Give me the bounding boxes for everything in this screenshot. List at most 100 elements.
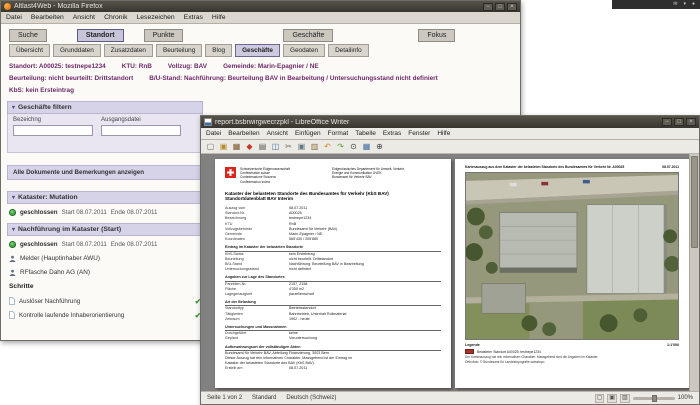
writer-titlebar[interactable]: report.bsbrwirgwecrzpkl - LibreOffice Wr…	[201, 116, 699, 128]
writer-menu-extras[interactable]: Extras	[383, 130, 401, 137]
status-text: geschlossen	[20, 241, 58, 248]
minimize-button[interactable]: −	[662, 118, 672, 126]
tab-blog[interactable]: Blog	[205, 44, 233, 57]
window-controls: − □ ×	[483, 2, 517, 11]
person-icon	[9, 269, 16, 276]
cut-icon[interactable]: ✂	[283, 141, 294, 152]
form-text: Aufbewahrungsort der vollständigen Akten	[225, 344, 301, 349]
bezeichnung-input[interactable]	[13, 125, 93, 136]
page-indicator[interactable]: Seite 1 von 2	[207, 395, 242, 401]
filter-section-header[interactable]: ▾ Geschäfte filtern	[7, 101, 203, 114]
mail-indicator-icon[interactable]: ✉	[673, 0, 677, 9]
table-icon[interactable]: ▦	[361, 141, 372, 152]
new-document-icon[interactable]: ▢	[205, 141, 216, 152]
view-multi-page-icon[interactable]: ▣	[607, 393, 617, 403]
kataster-status-row[interactable]: geschlossen Start 08.07.2011 Ende 08.07.…	[9, 207, 203, 218]
legend-label: Belasteter Standort A00025: testnepe1234	[477, 349, 541, 354]
tab-geschaefte[interactable]: Geschäfte	[283, 29, 334, 42]
tab-standort[interactable]: Standort	[76, 29, 124, 42]
step-label: Kontrolle laufende Inhaberorientierung	[19, 311, 125, 319]
writer-menu-bearbeiten[interactable]: Bearbeiten	[228, 130, 259, 137]
writer-menu-hilfe[interactable]: Hilfe	[437, 130, 450, 137]
tab-geodaten[interactable]: Geodaten	[282, 44, 326, 57]
tab-geschaefte-sub[interactable]: Geschäfte	[235, 44, 280, 57]
writer-window: report.bsbrwirgwecrzpkl - LibreOffice Wr…	[200, 115, 700, 405]
form-label: Erstellt am	[225, 366, 243, 371]
zoom-slider[interactable]	[632, 394, 675, 402]
view-book-icon[interactable]: ▥	[619, 393, 630, 403]
maximize-button[interactable]: □	[495, 2, 505, 11]
ausgangsdatei-input[interactable]	[101, 125, 181, 136]
form-value: 08.07.2011	[289, 366, 308, 371]
tab-zusatzdaten[interactable]: Zusatzdaten	[103, 44, 153, 57]
firefox-logo-icon	[4, 3, 11, 10]
zoom-slider-thumb[interactable]	[651, 394, 657, 402]
language-indicator[interactable]: Deutsch (Schweiz)	[286, 395, 336, 401]
tab-suche[interactable]: Suche	[9, 29, 47, 42]
show-all-documents-link[interactable]: Alle Dokumente und Bemerkungen anzeigen	[7, 165, 203, 180]
writer-menu-datei[interactable]: Datei	[206, 130, 221, 137]
step-ausloeser-row[interactable]: Auslöser Nachführung ✔	[9, 295, 201, 307]
step-kontrolle-row[interactable]: Kontrolle laufende Inhaberorientierung ✔	[9, 309, 201, 321]
desktop-panel-fragment: ✉ ▾ ●	[612, 0, 700, 9]
firefox-titlebar[interactable]: Altlast4Web - Mozilla Firefox − □ ×	[1, 1, 520, 12]
save-icon[interactable]: ▦	[231, 141, 242, 152]
form-value: nicht definiert	[289, 267, 311, 272]
print-icon[interactable]: ▤	[257, 141, 268, 152]
view-single-page-icon[interactable]: ▢	[594, 393, 605, 403]
status-indicator-icon[interactable]: ●	[692, 0, 695, 9]
session-menu-icon[interactable]: ▾	[683, 0, 686, 9]
tab-fokus[interactable]: Fokus	[418, 29, 456, 42]
maximize-button[interactable]: □	[674, 118, 684, 126]
person-row-inhaber[interactable]: RFfasche Dahn AG (AN)	[9, 267, 90, 278]
writer-menu-einfuegen[interactable]: Einfügen	[295, 130, 321, 137]
find-icon[interactable]: ⊕	[374, 141, 385, 152]
export-pdf-icon[interactable]: ◆	[244, 141, 255, 152]
document-area: Schweizerische Eidgenossenschaft Confédér…	[201, 154, 699, 393]
undo-icon[interactable]: ↶	[322, 141, 333, 152]
tab-beurteilung[interactable]: Beurteilung	[155, 44, 203, 57]
form-label: Zeitraum	[225, 316, 240, 321]
map-page-header: Kartenauszug aus dem Kataster der belast…	[465, 165, 679, 169]
paste-icon[interactable]: ▥	[309, 141, 320, 152]
kataster-section-header[interactable]: ▾ Kataster: Mutation	[7, 191, 203, 204]
nachfuehrung-section-header[interactable]: ▾ Nachführung im Kataster (Start)	[7, 223, 203, 236]
page-style-indicator[interactable]: Standard	[252, 395, 276, 401]
tab-uebersicht[interactable]: Übersicht	[9, 44, 50, 57]
open-icon[interactable]: ▣	[218, 141, 229, 152]
menu-chronik[interactable]: Chronik	[104, 14, 127, 21]
end-date: Ende 08.07.2011	[110, 241, 158, 248]
copy-icon[interactable]: ▣	[296, 141, 307, 152]
menu-lesezeichen[interactable]: Lesezeichen	[136, 14, 174, 21]
person-label: RFfasche Dahn AG (AN)	[20, 269, 90, 276]
form-text: Eintrag im Kataster der belasteten Stand…	[225, 245, 304, 250]
tab-detailinfo[interactable]: Detailinfo	[328, 44, 369, 57]
document-icon	[9, 311, 15, 319]
page-preview-icon[interactable]: ◫	[270, 141, 281, 152]
writer-menu-fenster[interactable]: Fenster	[408, 130, 430, 137]
menu-hilfe[interactable]: Hilfe	[212, 14, 226, 21]
vertical-scrollbar[interactable]	[689, 154, 699, 393]
writer-menu-tabelle[interactable]: Tabelle	[355, 130, 376, 137]
scrollbar-thumb[interactable]	[691, 156, 698, 248]
pdf-page-1[interactable]: Schweizerische Eidgenossenschaft Confédér…	[215, 159, 451, 388]
info-bu-stand: B/U-Stand: Nachführung: Beurteilung BAV …	[149, 75, 438, 82]
menu-ansicht[interactable]: Ansicht	[73, 14, 95, 21]
tab-punkte[interactable]: Punkte	[143, 29, 184, 42]
person-row-melder[interactable]: Melder (Hauptinhaber AWU)	[9, 253, 100, 264]
menu-datei[interactable]: Datei	[6, 14, 22, 21]
menu-extras[interactable]: Extras	[184, 14, 203, 21]
navigator-icon[interactable]: ⊙	[348, 141, 359, 152]
menu-bearbeiten[interactable]: Bearbeiten	[31, 14, 64, 21]
writer-menu-ansicht[interactable]: Ansicht	[267, 130, 288, 137]
redo-icon[interactable]: ↷	[335, 141, 346, 152]
tab-grunddaten[interactable]: Grunddaten	[53, 44, 101, 57]
minimize-button[interactable]: −	[483, 2, 493, 11]
close-button[interactable]: ×	[507, 2, 517, 11]
writer-menu-format[interactable]: Format	[328, 130, 349, 137]
collapse-icon: ▾	[12, 227, 16, 233]
close-button[interactable]: ×	[686, 118, 696, 126]
nachfuehrung-status-row[interactable]: geschlossen Start 08.07.2011 Ende 08.07.…	[9, 239, 203, 250]
zoom-level[interactable]: 100%	[678, 395, 693, 401]
pdf-page-2[interactable]: Kartenauszug aus dem Kataster der belast…	[455, 159, 689, 388]
